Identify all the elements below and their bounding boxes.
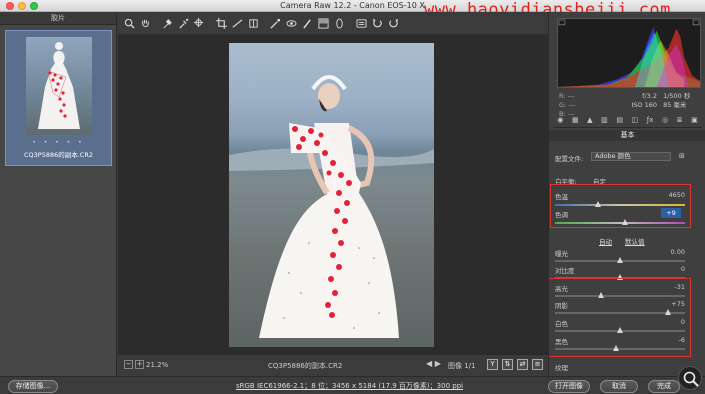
tab-detail-icon[interactable]: ▲ (587, 116, 592, 127)
magnifier-overlay-icon[interactable] (678, 366, 702, 390)
shadows-slider[interactable] (555, 309, 685, 315)
slider-knob[interactable] (597, 292, 604, 298)
tab-tone-curve-icon[interactable]: ▦ (572, 116, 579, 127)
tab-split-tone-icon[interactable]: ▤ (616, 116, 623, 127)
right-panel: R: --- G: --- B: --- f/3.2 1/500 秒 ISO 1… (548, 12, 705, 376)
crop-icon[interactable] (214, 16, 229, 31)
basic-panel-title: 基本 (549, 130, 705, 141)
straighten-icon[interactable] (230, 16, 245, 31)
slider-knob[interactable] (594, 201, 601, 207)
thumbnail-rating[interactable]: • • • • • (6, 139, 111, 146)
rgb-readout: R: --- G: --- B: --- (559, 92, 576, 118)
view-settings-icon[interactable]: ≡ (532, 359, 543, 370)
slider-knob[interactable] (617, 257, 623, 263)
blacks-row: 黑色 -6 (555, 336, 685, 346)
red-eye-icon[interactable] (284, 16, 299, 31)
blacks-slider[interactable] (555, 345, 685, 351)
preview-photo (229, 43, 434, 347)
image-canvas[interactable] (118, 34, 548, 354)
graduated-filter-icon[interactable] (316, 16, 331, 31)
workflow-options-link[interactable]: sRGB IEC61966-2.1；8 位；3456 x 5184 (17.9 … (236, 381, 463, 391)
open-image-button[interactable]: 打开图像 (548, 380, 590, 393)
bottom-bar: 存储图像... sRGB IEC61966-2.1；8 位；3456 x 518… (0, 376, 705, 394)
tab-effects-icon[interactable]: ƒx (647, 116, 654, 127)
exif-info: f/3.2 1/500 秒 ISO 160 85 毫米 (631, 92, 691, 109)
zoom-icon[interactable] (122, 16, 137, 31)
slider-knob[interactable] (665, 309, 672, 315)
temp-slider[interactable] (555, 201, 685, 207)
rotate-right-icon[interactable] (386, 16, 401, 31)
transform-icon[interactable] (246, 16, 261, 31)
filmstrip-header: 胶片 (0, 12, 116, 25)
swap-settings-icon[interactable]: ⇅ (502, 359, 513, 370)
slider-knob[interactable] (613, 345, 620, 351)
save-image-button[interactable]: 存储图像... (8, 380, 58, 393)
tab-basic-icon[interactable]: ◉ (557, 116, 563, 127)
histogram (557, 18, 701, 88)
whites-slider[interactable] (555, 327, 685, 333)
tab-lens-icon[interactable]: ◫ (632, 116, 639, 127)
canvas-filename: CQ3P5886的副本.CR2 (268, 362, 343, 370)
highlights-slider[interactable] (555, 292, 685, 298)
highlights-row: 高光 -31 (555, 283, 685, 293)
thumbnail-image (26, 37, 92, 135)
tool-bar (118, 12, 548, 34)
slider-knob[interactable] (617, 327, 623, 333)
auto-link[interactable]: 自动 (599, 236, 612, 246)
color-sampler-icon[interactable] (176, 16, 191, 31)
panel-tabs: ◉ ▦ ▲ ▥ ▤ ◫ ƒx ◎ ≣ ▣ (553, 116, 702, 128)
tint-slider[interactable] (555, 219, 685, 225)
tab-presets-icon[interactable]: ≣ (677, 116, 683, 127)
canvas-footer: − + 21.2% CQ3P5886的副本.CR2 ◀ ▶ 图像 1/1 Y ⇅… (118, 354, 548, 376)
copy-settings-icon[interactable]: ⇄ (517, 359, 528, 370)
zoom-level[interactable]: 21.2% (146, 361, 168, 369)
thumbnail-filename: CQ3P5886的副本.CR2 (23, 151, 93, 159)
profile-browser-icon[interactable]: ⊞ (679, 152, 685, 160)
zoom-out-button[interactable]: − (124, 360, 133, 369)
spot-removal-icon[interactable] (268, 16, 283, 31)
camera-raw-window: { "window": { "title": "Camera Raw 12.2 … (0, 0, 705, 394)
rotate-left-icon[interactable] (370, 16, 385, 31)
temp-row: 色温 4650 (555, 191, 685, 201)
profile-select[interactable]: Adobe 颜色 (591, 152, 671, 161)
tab-hsl-icon[interactable]: ▥ (601, 116, 608, 127)
texture-row: 纹理 (555, 364, 568, 372)
cancel-button[interactable]: 取消 (600, 380, 638, 393)
zoom-in-button[interactable]: + (135, 360, 144, 369)
exposure-slider[interactable] (555, 257, 685, 263)
slider-knob[interactable] (622, 219, 629, 225)
before-after-toggle[interactable]: Y (487, 359, 498, 370)
tab-calibration-icon[interactable]: ◎ (662, 116, 668, 127)
hand-icon[interactable] (138, 16, 153, 31)
preferences-icon[interactable] (354, 16, 369, 31)
default-link[interactable]: 默认值 (625, 236, 645, 246)
tint-value-field[interactable]: +9 (661, 208, 681, 218)
filmstrip-thumbnail[interactable]: • • • • • CQ3P5886的副本.CR2 (5, 30, 112, 166)
targeted-adjust-icon[interactable] (192, 16, 207, 31)
filmstrip-panel: 胶片 • • • • • CQ3P5886的副本.CR2 (0, 12, 117, 376)
image-count: 图像 1/1 (448, 362, 476, 370)
done-button[interactable]: 完成 (648, 380, 680, 393)
image-nav-arrows[interactable]: ◀ ▶ (426, 359, 441, 368)
tab-snapshots-icon[interactable]: ▣ (691, 116, 698, 127)
white-balance-icon[interactable] (160, 16, 175, 31)
adjustment-brush-icon[interactable] (300, 16, 315, 31)
radial-filter-icon[interactable] (332, 16, 347, 31)
